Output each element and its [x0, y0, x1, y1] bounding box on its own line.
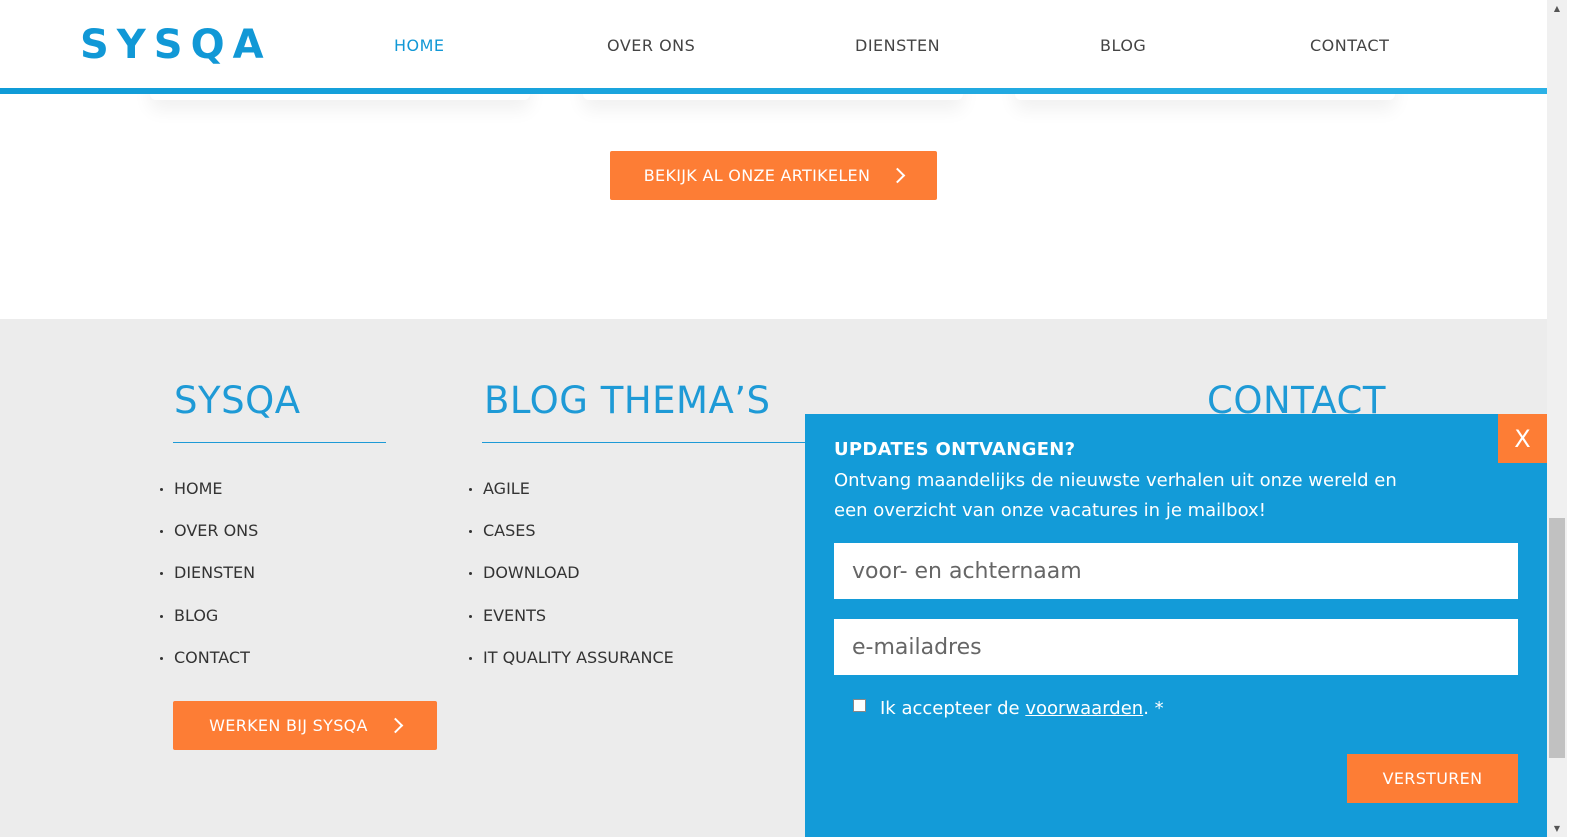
footer-link-download[interactable]: DOWNLOAD — [469, 563, 674, 605]
footer-link-blog[interactable]: BLOG — [160, 606, 258, 648]
nav-diensten[interactable]: DIENSTEN — [855, 36, 940, 55]
werken-bij-label: WERKEN BIJ SYSQA — [209, 716, 368, 735]
footer-link-cases[interactable]: CASES — [469, 521, 674, 563]
chevron-right-icon — [387, 717, 404, 734]
popup-description: Ontvang maandelijks de nieuwste verhalen… — [834, 470, 1397, 521]
footer-blog-title: BLOG THEMA’S — [484, 379, 771, 422]
all-articles-button[interactable]: BEKIJK AL ONZE ARTIKELEN — [610, 151, 937, 200]
header-accent-bar — [0, 88, 1547, 94]
page-scrollbar[interactable]: ▲ ▼ — [1547, 0, 1567, 837]
all-articles-label: BEKIJK AL ONZE ARTIKELEN — [643, 166, 871, 185]
footer-link-contact[interactable]: CONTACT — [160, 648, 258, 690]
nav-home[interactable]: HOME — [394, 36, 445, 55]
nav-contact[interactable]: CONTACT — [1310, 36, 1389, 55]
scrollbar-thumb[interactable] — [1549, 518, 1565, 758]
footer-sysqa-links: HOME OVER ONS DIENSTEN BLOG CONTACT — [160, 479, 258, 690]
chevron-right-icon — [889, 167, 906, 184]
footer-link-events[interactable]: EVENTS — [469, 606, 674, 648]
nav-blog[interactable]: BLOG — [1100, 36, 1146, 55]
footer-link-it-quality-assurance[interactable]: IT QUALITY ASSURANCE — [469, 648, 674, 690]
terms-link[interactable]: voorwaarden — [1025, 698, 1143, 719]
footer-divider — [482, 442, 812, 443]
scroll-up-icon[interactable]: ▲ — [1547, 0, 1567, 17]
consent-suffix: . * — [1143, 698, 1164, 719]
consent-checkbox[interactable] — [853, 699, 866, 712]
footer-blog-links: AGILE CASES DOWNLOAD EVENTS IT QUALITY A… — [469, 479, 674, 690]
nav-over-ons[interactable]: OVER ONS — [607, 36, 695, 55]
close-button[interactable]: X — [1498, 414, 1547, 463]
sysqa-logo[interactable]: SYSQA — [80, 22, 272, 68]
consent-row: Ik accepteer de voorwaarden . * — [853, 698, 1164, 719]
name-input[interactable] — [834, 543, 1518, 599]
scroll-down-icon[interactable]: ▼ — [1547, 820, 1567, 837]
footer-divider — [173, 442, 386, 443]
newsletter-popup: X UPDATES ONTVANGEN? Ontvang maandelijks… — [805, 414, 1547, 837]
werken-bij-button[interactable]: WERKEN BIJ SYSQA — [173, 701, 437, 750]
popup-title: UPDATES ONTVANGEN? — [834, 439, 1076, 460]
consent-prefix: Ik accepteer de — [880, 698, 1026, 719]
footer-link-over-ons[interactable]: OVER ONS — [160, 521, 258, 563]
footer-link-agile[interactable]: AGILE — [469, 479, 674, 521]
footer-sysqa-title: SYSQA — [174, 379, 301, 422]
submit-button[interactable]: VERSTUREN — [1347, 754, 1518, 803]
footer-link-home[interactable]: HOME — [160, 479, 258, 521]
site-header: SYSQA HOME OVER ONS DIENSTEN BLOG CONTAC… — [0, 0, 1547, 88]
email-input[interactable] — [834, 619, 1518, 675]
footer-link-diensten[interactable]: DIENSTEN — [160, 563, 258, 605]
